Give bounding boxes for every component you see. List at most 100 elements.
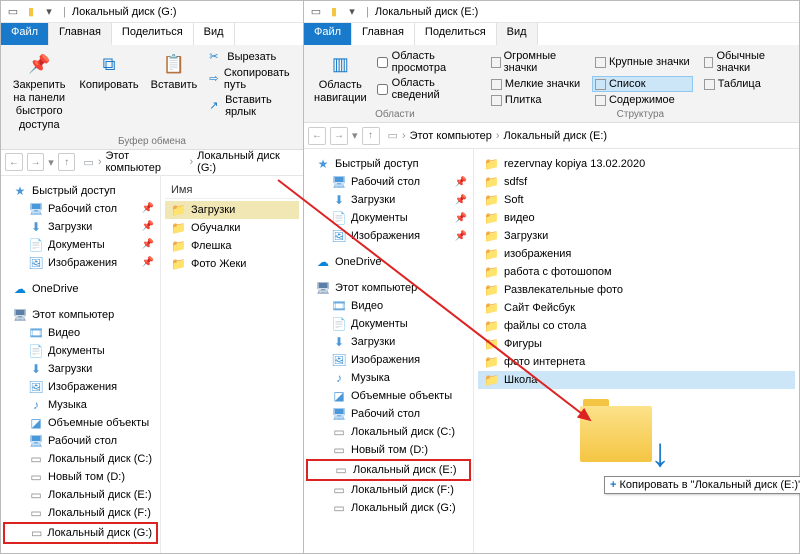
tree-item[interactable]: 📄Документы — [3, 342, 158, 360]
tab-share[interactable]: Поделиться — [112, 23, 194, 45]
view-option[interactable]: Мелкие значки — [488, 76, 584, 92]
tree-item[interactable]: ◪Объемные объекты — [3, 414, 158, 432]
tree-item[interactable]: ⬇Загрузки📌 — [3, 218, 158, 236]
tree-this-pc[interactable]: 🖥Этот компьютер — [306, 279, 471, 297]
crumb[interactable]: Локальный диск (E:) — [504, 130, 608, 142]
list-item[interactable]: 📁Фото Жеки — [165, 255, 299, 273]
view-option[interactable]: Список — [592, 76, 693, 92]
tree-item[interactable]: ▭Локальный диск (G:) — [306, 499, 471, 517]
crumb[interactable]: Этот компьютер — [410, 130, 492, 142]
details-pane-check[interactable]: Область сведений — [375, 76, 480, 102]
tree-item[interactable]: ▭Локальный диск (F:) — [3, 504, 158, 522]
copy-path-button[interactable]: ⇨Скопировать путь — [205, 66, 297, 92]
breadcrumb[interactable]: ▭ › Этот компьютер › Локальный диск (G:) — [83, 150, 299, 174]
list-item[interactable]: 📁Обучалки — [165, 219, 299, 237]
tree-item[interactable]: 🎞Видео — [306, 297, 471, 315]
dropdown-icon[interactable]: ▾ — [344, 4, 360, 20]
list-item[interactable]: 📁Soft — [478, 191, 795, 209]
tab-view[interactable]: Вид — [497, 23, 538, 45]
tree-item[interactable]: 🖥Рабочий стол📌 — [3, 200, 158, 218]
tree-item[interactable]: 📄Документы📌 — [3, 236, 158, 254]
paste-button[interactable]: 📋Вставить — [147, 49, 202, 134]
tree-item[interactable]: ▭Локальный диск (E:) — [306, 459, 471, 481]
tree-item[interactable]: 📄Документы📌 — [306, 209, 471, 227]
tree-onedrive[interactable]: ☁OneDrive — [306, 253, 471, 271]
list-item[interactable]: 📁Загрузки — [478, 227, 795, 245]
tree-item[interactable]: 🎞Видео — [3, 324, 158, 342]
tab-share[interactable]: Поделиться — [415, 23, 497, 45]
tab-file[interactable]: Файл — [304, 23, 352, 45]
chevron-down-icon[interactable]: ▾ — [48, 156, 54, 169]
nav-back-button[interactable]: ← — [308, 127, 326, 145]
tree-item[interactable]: 🖥Рабочий стол — [3, 432, 158, 450]
list-item[interactable]: 📁работа с фотошопом — [478, 263, 795, 281]
breadcrumb[interactable]: ▭ › Этот компьютер › Локальный диск (E:) — [388, 129, 608, 142]
list-item[interactable]: 📁Сайт Фейсбук — [478, 299, 795, 317]
nav-tree[interactable]: ★Быстрый доступ🖥Рабочий стол📌⬇Загрузки📌📄… — [304, 149, 474, 553]
list-item[interactable]: 📁фото интернета — [478, 353, 795, 371]
tree-quick-access[interactable]: ★Быстрый доступ — [306, 155, 471, 173]
tree-item[interactable]: ▭Новый том (D:) — [306, 441, 471, 459]
tree-item[interactable]: ⬇Загрузки — [306, 333, 471, 351]
tree-item[interactable]: ▭Локальный диск (F:) — [306, 481, 471, 499]
paste-shortcut-button[interactable]: ↗Вставить ярлык — [205, 93, 297, 119]
tree-item[interactable]: 📄Документы — [306, 315, 471, 333]
list-item[interactable]: 📁Фигуры — [478, 335, 795, 353]
nav-up-button[interactable]: ↑ — [362, 127, 380, 145]
tab-home[interactable]: Главная — [49, 23, 112, 45]
tree-item[interactable]: 🖼Изображения — [3, 378, 158, 396]
crumb[interactable]: Локальный диск (G:) — [197, 150, 299, 174]
tab-home[interactable]: Главная — [352, 23, 415, 45]
tree-item[interactable]: ⬇Загрузки — [3, 360, 158, 378]
tree-item[interactable]: ▭Локальный диск (E:) — [3, 486, 158, 504]
list-item[interactable]: 📁видео — [478, 209, 795, 227]
chevron-down-icon[interactable]: ▾ — [352, 129, 358, 142]
view-option[interactable]: Крупные значки — [592, 49, 693, 75]
tree-item[interactable]: ♪Музыка — [3, 396, 158, 414]
tree-item[interactable]: 🖥Рабочий стол — [306, 405, 471, 423]
nav-pane-button[interactable]: ▥Область навигации — [310, 49, 371, 107]
pin-quick-access-button[interactable]: 📌Закрепить на панели быстрого доступа — [7, 49, 71, 134]
nav-forward-button[interactable]: → — [27, 153, 45, 171]
column-header-name[interactable]: Имя — [165, 182, 299, 199]
view-option[interactable]: Таблица — [701, 76, 793, 92]
view-option[interactable]: Обычные значки — [701, 49, 793, 75]
view-option[interactable]: Плитка — [488, 93, 584, 107]
tree-item[interactable]: 🖼Изображения — [306, 351, 471, 369]
list-item[interactable]: 📁sdfsf — [478, 173, 795, 191]
crumb[interactable]: Этот компьютер — [105, 150, 185, 174]
file-list[interactable]: Имя 📁Загрузки📁Обучалки📁Флешка📁Фото Жеки — [161, 176, 303, 553]
list-item[interactable]: 📁файлы со стола — [478, 317, 795, 335]
tree-item[interactable]: 🖥Рабочий стол📌 — [306, 173, 471, 191]
list-item[interactable]: 📁изображения — [478, 245, 795, 263]
dropdown-icon[interactable]: ▾ — [41, 4, 57, 20]
tab-file[interactable]: Файл — [1, 23, 49, 45]
preview-pane-check[interactable]: Область просмотра — [375, 49, 480, 75]
list-item[interactable]: 📁Загрузки — [165, 201, 299, 219]
list-item[interactable]: 📁Флешка — [165, 237, 299, 255]
tree-item[interactable]: ▭Локальный диск (C:) — [306, 423, 471, 441]
tree-onedrive[interactable]: ☁OneDrive — [3, 280, 158, 298]
nav-forward-button[interactable]: → — [330, 127, 348, 145]
tree-item[interactable]: ♪Музыка — [306, 369, 471, 387]
view-option[interactable]: Огромные значки — [488, 49, 584, 75]
tree-item[interactable]: 🖼Изображения📌 — [306, 227, 471, 245]
view-option[interactable]: Содержимое — [592, 93, 693, 107]
nav-up-button[interactable]: ↑ — [58, 153, 76, 171]
list-item[interactable]: 📁Школа — [478, 371, 795, 389]
list-item[interactable]: 📁Развлекательные фото — [478, 281, 795, 299]
nav-tree[interactable]: ★Быстрый доступ🖥Рабочий стол📌⬇Загрузки📌📄… — [1, 176, 161, 553]
tab-view[interactable]: Вид — [194, 23, 235, 45]
copy-button[interactable]: ⧉Копировать — [75, 49, 142, 134]
tree-item[interactable]: ▭Локальный диск (C:) — [3, 450, 158, 468]
nav-back-button[interactable]: ← — [5, 153, 23, 171]
tree-quick-access[interactable]: ★Быстрый доступ — [3, 182, 158, 200]
tree-item[interactable]: ⬇Загрузки📌 — [306, 191, 471, 209]
tree-item[interactable]: ▭Локальный диск (G:) — [3, 522, 158, 544]
tree-item[interactable]: 🖼Изображения📌 — [3, 254, 158, 272]
list-item[interactable]: 📁rezervnay kopiya 13.02.2020 — [478, 155, 795, 173]
cut-button[interactable]: ✂Вырезать — [205, 49, 297, 65]
tree-item[interactable]: ◪Объемные объекты — [306, 387, 471, 405]
tree-item[interactable]: ▭Новый том (D:) — [3, 468, 158, 486]
tree-this-pc[interactable]: 🖥Этот компьютер — [3, 306, 158, 324]
